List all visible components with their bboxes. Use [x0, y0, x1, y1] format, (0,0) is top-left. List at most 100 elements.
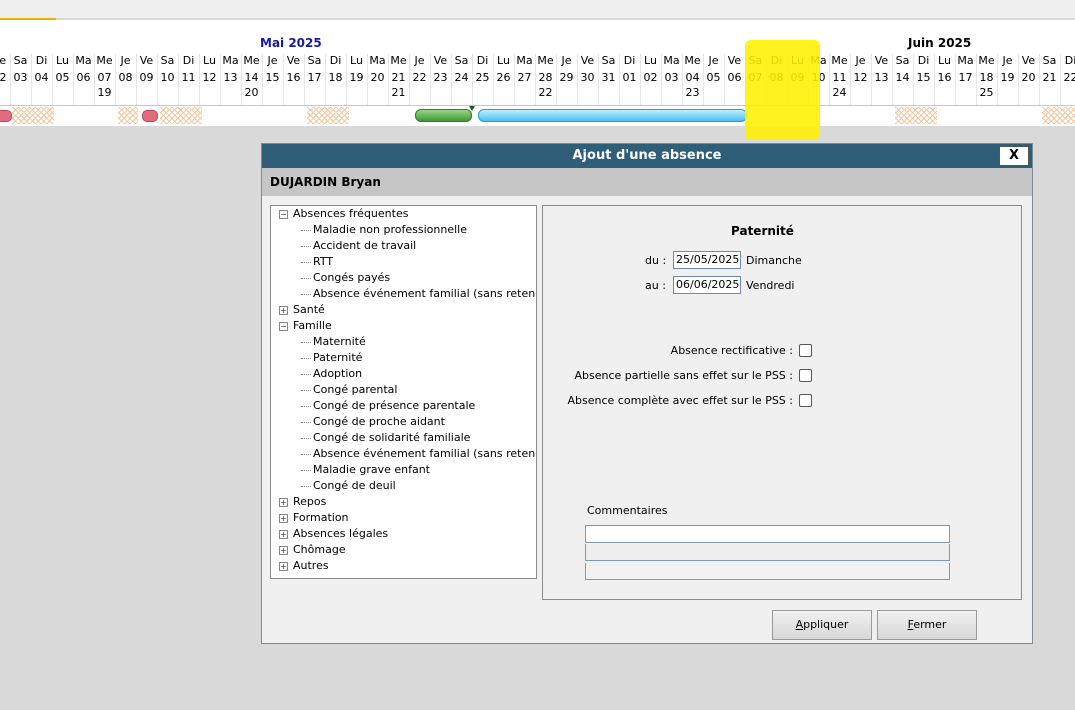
- expand-icon[interactable]: +: [279, 530, 288, 539]
- day-number: 20: [1021, 71, 1036, 84]
- day-abbr: Ma: [369, 54, 386, 67]
- tree-item[interactable]: Adoption: [271, 366, 536, 382]
- tree-category[interactable]: + Formation: [271, 510, 536, 526]
- day-separator: [367, 54, 368, 109]
- day-separator: [619, 54, 620, 109]
- tree-item[interactable]: Maladie grave enfant: [271, 462, 536, 478]
- complete-checkbox[interactable]: [799, 394, 812, 407]
- day-number: 19: [349, 71, 364, 84]
- tree-item[interactable]: Congé parental: [271, 382, 536, 398]
- tree-connector: [301, 278, 311, 280]
- tree-item[interactable]: Paternité: [271, 350, 536, 366]
- week-number: 22: [538, 86, 553, 99]
- day-number: 28: [538, 71, 553, 84]
- day-number: 13: [223, 71, 238, 84]
- day-number: 12: [853, 71, 868, 84]
- absence-type-tree[interactable]: − Absences fréquentes Maladie non professi…: [270, 205, 537, 579]
- tree-connector: [301, 406, 311, 408]
- tree-item[interactable]: Absence événement familial (sans retenue…: [271, 286, 536, 302]
- tree-item[interactable]: Congé de deuil: [271, 478, 536, 494]
- expand-icon[interactable]: +: [279, 546, 288, 555]
- day-number: 03: [13, 71, 28, 84]
- weekend-hatch: [1042, 107, 1075, 124]
- tree-connector: [301, 470, 311, 472]
- weekend-hatch: [12, 107, 54, 124]
- day-number: 04: [685, 71, 700, 84]
- tree-category[interactable]: + Santé: [271, 302, 536, 318]
- day-separator: [346, 54, 347, 109]
- comment-input-3[interactable]: [585, 563, 950, 580]
- day-number: 01: [622, 71, 637, 84]
- day-abbr: Sa: [1042, 54, 1057, 67]
- expand-icon[interactable]: +: [279, 514, 288, 523]
- tree-item[interactable]: Accident de travail: [271, 238, 536, 254]
- tree-label: Absence événement familial (sans retenue…: [313, 447, 537, 460]
- tree-label: Repos: [293, 495, 327, 508]
- tree-label: Congés payés: [313, 271, 391, 284]
- absence-bar-green[interactable]: [415, 109, 472, 122]
- comment-input-1[interactable]: [585, 525, 950, 543]
- apply-label: ppliquer: [803, 618, 849, 631]
- weekend-hatch: [307, 107, 349, 124]
- tree-category[interactable]: + Absences légales: [271, 526, 536, 542]
- tree-item[interactable]: Congé de solidarité familiale: [271, 430, 536, 446]
- tree-item[interactable]: Congé de proche aidant: [271, 414, 536, 430]
- from-date-field[interactable]: 25/05/2025: [673, 251, 741, 269]
- tree-item[interactable]: Maternité: [271, 334, 536, 350]
- day-abbr: Ve: [286, 54, 301, 67]
- tree-category[interactable]: + Chômage: [271, 542, 536, 558]
- apply-button[interactable]: Appliquer: [772, 610, 872, 640]
- employee-name: DUJARDIN Bryan: [262, 168, 1032, 196]
- collapse-icon[interactable]: −: [279, 322, 288, 331]
- day-abbr: Ma: [516, 54, 533, 67]
- comment-input-2[interactable]: [585, 544, 950, 561]
- tree-connector: [301, 422, 311, 424]
- to-date-field[interactable]: 06/06/2025: [673, 276, 741, 294]
- tree-category[interactable]: − Absences fréquentes: [271, 206, 536, 222]
- tree-category[interactable]: − Famille: [271, 318, 536, 334]
- tree-connector: [301, 486, 311, 488]
- tree-connector: [301, 342, 311, 344]
- expand-icon[interactable]: +: [279, 562, 288, 571]
- day-abbr: Sa: [160, 54, 175, 67]
- absence-track[interactable]: [0, 105, 1075, 126]
- absence-marker-red[interactable]: [0, 110, 12, 122]
- partielle-checkbox[interactable]: [799, 369, 812, 382]
- day-number: 14: [244, 71, 259, 84]
- tree-category[interactable]: + Repos: [271, 494, 536, 510]
- day-separator: [955, 54, 956, 109]
- tree-item[interactable]: Congés payés: [271, 270, 536, 286]
- tree-connector: [301, 262, 311, 264]
- tree-label: Absences légales: [293, 527, 389, 540]
- day-separator: [157, 54, 158, 109]
- day-number: 19: [1000, 71, 1015, 84]
- day-abbr: Ve: [0, 54, 7, 67]
- tree-item[interactable]: Congé de présence parentale: [271, 398, 536, 414]
- day-number: 07: [97, 71, 112, 84]
- day-abbr: Di: [623, 54, 636, 67]
- yellow-highlight-annotation: [745, 40, 820, 140]
- today-marker-icon: [469, 106, 475, 111]
- expand-icon[interactable]: +: [279, 498, 288, 507]
- week-number: 19: [97, 86, 112, 99]
- day-separator: [829, 54, 830, 109]
- expand-icon[interactable]: +: [279, 306, 288, 315]
- tree-item[interactable]: Maladie non professionnelle: [271, 222, 536, 238]
- absence-bar-blue[interactable]: [478, 109, 747, 122]
- absence-marker-red[interactable]: [142, 110, 158, 122]
- close-button[interactable]: Fermer: [877, 610, 977, 640]
- tree-category[interactable]: + Autres: [271, 558, 536, 574]
- tree-label: RTT: [313, 255, 334, 268]
- tree-connector: [301, 390, 311, 392]
- collapse-icon[interactable]: −: [279, 210, 288, 219]
- day-separator: [1060, 54, 1061, 109]
- day-number: 17: [958, 71, 973, 84]
- tree-item[interactable]: RTT: [271, 254, 536, 270]
- day-separator: [724, 54, 725, 109]
- rectificative-checkbox[interactable]: [799, 344, 812, 357]
- day-separator: [388, 54, 389, 109]
- tree-item[interactable]: Absence événement familial (sans retenue…: [271, 446, 536, 462]
- week-number: 21: [391, 86, 406, 99]
- close-icon[interactable]: X: [999, 146, 1029, 166]
- tree-label: Chômage: [293, 543, 346, 556]
